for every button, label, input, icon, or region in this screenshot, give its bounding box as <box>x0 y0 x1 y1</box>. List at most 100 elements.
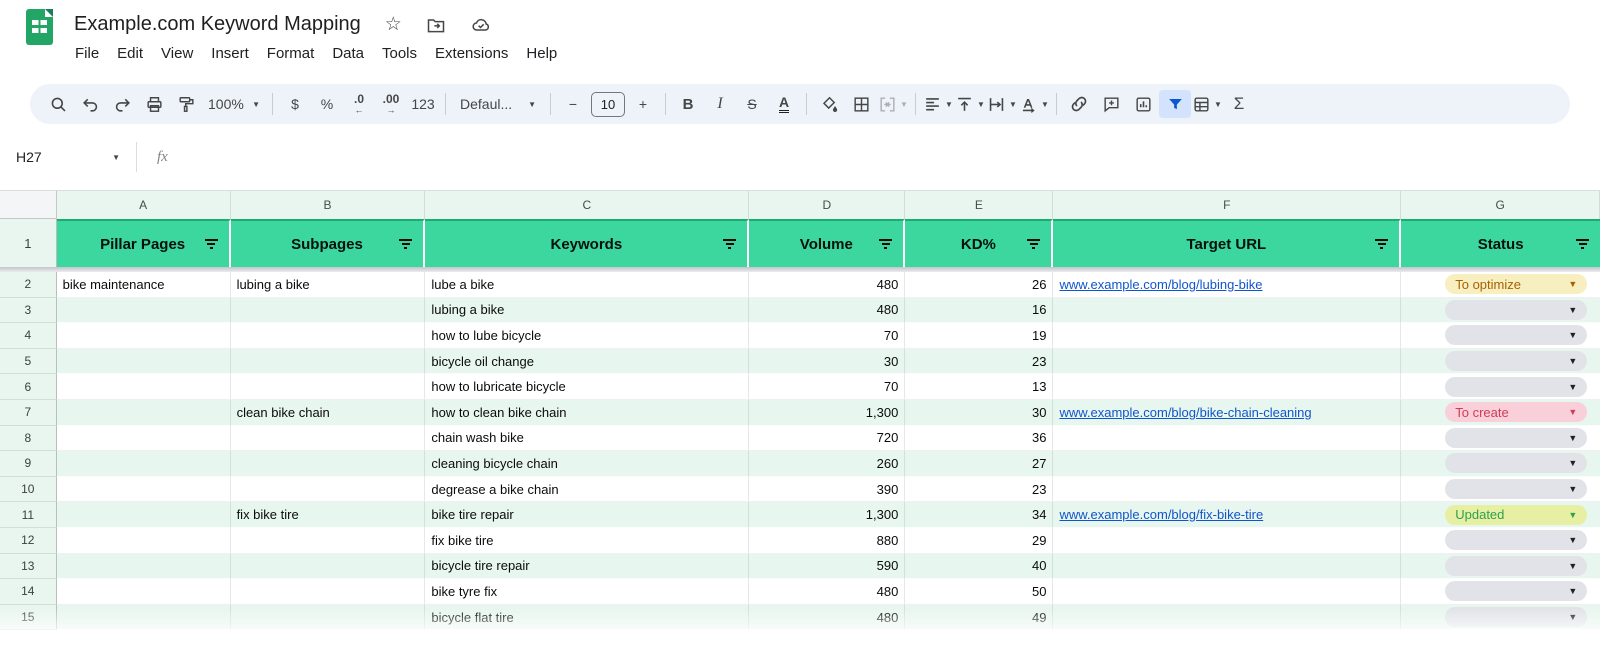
target-url-cell[interactable] <box>1053 451 1401 477</box>
text-color-button[interactable]: A <box>768 90 800 118</box>
column-letter-d[interactable]: D <box>749 191 905 219</box>
font-select[interactable]: Defaul...▼ <box>452 90 544 118</box>
pillar-cell[interactable] <box>57 374 231 400</box>
status-dropdown-icon[interactable]: ▼ <box>1568 305 1577 315</box>
horizontal-align-icon[interactable]: ▼ <box>922 90 954 118</box>
status-cell[interactable]: ▼ <box>1401 374 1600 400</box>
row-header[interactable]: 1 <box>0 219 57 267</box>
subpage-cell[interactable]: clean bike chain <box>231 400 426 426</box>
volume-cell[interactable]: 260 <box>749 451 905 477</box>
kd-cell[interactable]: 49 <box>905 605 1053 631</box>
pillar-cell[interactable] <box>57 502 231 528</box>
status-pill[interactable]: ▼ <box>1445 351 1587 371</box>
status-pill[interactable]: ▼ <box>1445 479 1587 499</box>
header-cell-subpages[interactable]: Subpages <box>231 219 426 267</box>
link-icon[interactable] <box>1063 90 1095 118</box>
kd-cell[interactable]: 23 <box>905 477 1053 503</box>
target-url-link[interactable]: www.example.com/blog/fix-bike-tire <box>1059 507 1263 522</box>
kd-cell[interactable]: 36 <box>905 426 1053 452</box>
pillar-cell[interactable] <box>57 605 231 631</box>
filter-button-icon[interactable] <box>1375 239 1388 249</box>
pillar-cell[interactable] <box>57 323 231 349</box>
status-pill[interactable]: ▼ <box>1445 453 1587 473</box>
filter-button-icon[interactable] <box>723 239 736 249</box>
status-dropdown-icon[interactable]: ▼ <box>1568 382 1577 392</box>
target-url-cell[interactable]: www.example.com/blog/bike-chain-cleaning <box>1053 400 1401 426</box>
kd-cell[interactable]: 50 <box>905 579 1053 605</box>
volume-cell[interactable]: 70 <box>749 374 905 400</box>
status-pill[interactable]: ▼ <box>1445 581 1587 601</box>
volume-cell[interactable]: 480 <box>749 579 905 605</box>
keyword-cell[interactable]: lube a bike <box>425 272 749 298</box>
italic-button[interactable]: I <box>704 90 736 118</box>
menu-data[interactable]: Data <box>323 42 373 65</box>
volume-cell[interactable]: 1,300 <box>749 502 905 528</box>
sheets-logo[interactable] <box>26 9 53 45</box>
menu-format[interactable]: Format <box>258 42 324 65</box>
status-dropdown-icon[interactable]: ▼ <box>1568 279 1577 289</box>
header-cell-target-url[interactable]: Target URL <box>1053 219 1401 267</box>
status-dropdown-icon[interactable]: ▼ <box>1568 561 1577 571</box>
row-header-15[interactable]: 15 <box>0 605 57 631</box>
status-cell[interactable]: Updated▼ <box>1401 502 1600 528</box>
header-cell-keywords[interactable]: Keywords <box>425 219 749 267</box>
document-title[interactable]: Example.com Keyword Mapping <box>74 13 361 36</box>
subpage-cell[interactable] <box>231 298 426 324</box>
header-cell-status[interactable]: Status <box>1401 219 1600 267</box>
keyword-cell[interactable]: bicycle flat tire <box>425 605 749 631</box>
keyword-cell[interactable]: fix bike tire <box>425 528 749 554</box>
status-pill[interactable]: To create▼ <box>1445 402 1587 422</box>
filter-button-icon[interactable] <box>1576 239 1589 249</box>
subpage-cell[interactable] <box>231 451 426 477</box>
subpage-cell[interactable] <box>231 477 426 503</box>
row-header-6[interactable]: 6 <box>0 374 57 400</box>
filter-button-icon[interactable] <box>399 239 412 249</box>
volume-cell[interactable]: 480 <box>749 298 905 324</box>
menu-file[interactable]: File <box>66 42 108 65</box>
status-dropdown-icon[interactable]: ▼ <box>1568 356 1577 366</box>
kd-cell[interactable]: 13 <box>905 374 1053 400</box>
keyword-cell[interactable]: chain wash bike <box>425 426 749 452</box>
subpage-cell[interactable] <box>231 323 426 349</box>
kd-cell[interactable]: 23 <box>905 349 1053 375</box>
keyword-cell[interactable]: bicycle oil change <box>425 349 749 375</box>
status-dropdown-icon[interactable]: ▼ <box>1568 484 1577 494</box>
subpage-cell[interactable] <box>231 528 426 554</box>
row-header-3[interactable]: 3 <box>0 298 57 324</box>
move-folder-icon[interactable] <box>426 15 446 35</box>
kd-cell[interactable]: 26 <box>905 272 1053 298</box>
column-letter-e[interactable]: E <box>905 191 1053 219</box>
status-dropdown-icon[interactable]: ▼ <box>1568 612 1577 622</box>
column-letter-f[interactable]: F <box>1053 191 1401 219</box>
print-icon[interactable] <box>138 90 170 118</box>
status-cell[interactable]: ▼ <box>1401 605 1600 631</box>
pillar-cell[interactable] <box>57 298 231 324</box>
status-pill[interactable]: Updated▼ <box>1445 505 1587 525</box>
pillar-cell[interactable] <box>57 426 231 452</box>
status-pill[interactable]: ▼ <box>1445 325 1587 345</box>
target-url-cell[interactable] <box>1053 554 1401 580</box>
status-cell[interactable]: ▼ <box>1401 323 1600 349</box>
subpage-cell[interactable]: lubing a bike <box>231 272 426 298</box>
comment-icon[interactable] <box>1095 90 1127 118</box>
filter-icon[interactable] <box>1159 90 1191 118</box>
menu-extensions[interactable]: Extensions <box>426 42 517 65</box>
volume-cell[interactable]: 390 <box>749 477 905 503</box>
row-header-14[interactable]: 14 <box>0 579 57 605</box>
row-header-12[interactable]: 12 <box>0 528 57 554</box>
subpage-cell[interactable] <box>231 426 426 452</box>
pillar-cell[interactable] <box>57 554 231 580</box>
volume-cell[interactable]: 70 <box>749 323 905 349</box>
cloud-saved-icon[interactable] <box>470 15 492 35</box>
header-cell-kd-[interactable]: KD% <box>905 219 1053 267</box>
status-pill[interactable]: To optimize▼ <box>1445 274 1587 294</box>
pillar-cell[interactable]: bike maintenance <box>57 272 231 298</box>
status-cell[interactable]: To create▼ <box>1401 400 1600 426</box>
kd-cell[interactable]: 16 <box>905 298 1053 324</box>
keyword-cell[interactable]: bicycle tire repair <box>425 554 749 580</box>
row-header-11[interactable]: 11 <box>0 502 57 528</box>
status-cell[interactable]: ▼ <box>1401 477 1600 503</box>
header-cell-volume[interactable]: Volume <box>749 219 905 267</box>
status-cell[interactable]: ▼ <box>1401 451 1600 477</box>
filter-button-icon[interactable] <box>205 239 218 249</box>
